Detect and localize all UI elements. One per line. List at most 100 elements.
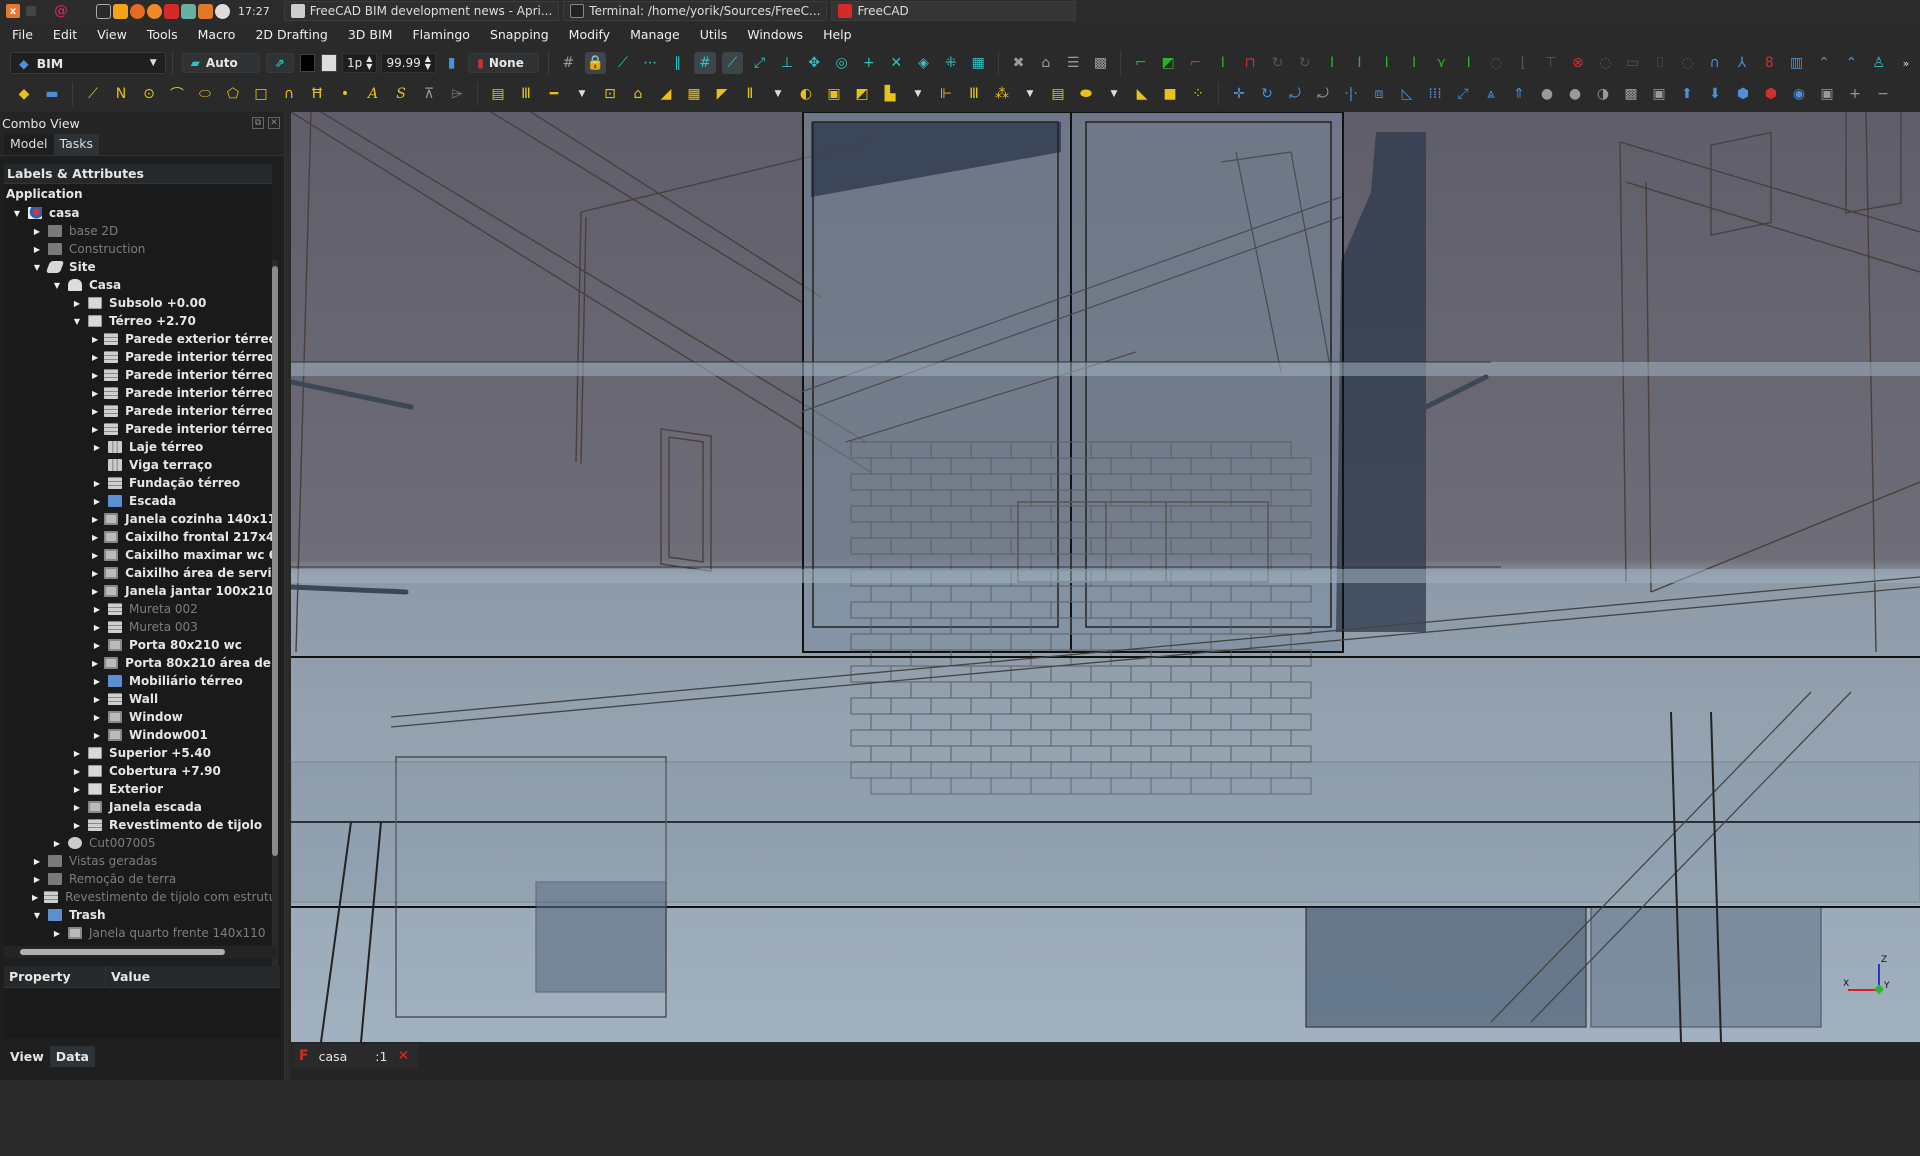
expand-open-icon[interactable]: ▼	[12, 209, 22, 218]
tree-item[interactable]: ▶ Remoção de terra	[4, 870, 272, 888]
minimize-icon[interactable]	[26, 6, 36, 16]
schedule-tool-icon[interactable]: ▤	[1047, 83, 1069, 105]
expand-closed-icon[interactable]: ▶	[92, 659, 98, 668]
ellipse-tool-icon[interactable]: ⬭	[194, 83, 216, 105]
wall-tool-icon[interactable]: ▤	[487, 83, 509, 105]
expand-closed-icon[interactable]: ▶	[92, 587, 98, 596]
tree-item[interactable]: ▼ Casa	[4, 276, 272, 294]
pipe-split-icon[interactable]: ▥	[1786, 52, 1807, 74]
tree-item[interactable]: ▶ Window001	[4, 726, 272, 744]
tree-item[interactable]: ▶ Mureta 002	[4, 600, 272, 618]
grid-toggle-icon[interactable]: #	[558, 52, 579, 74]
model-tree[interactable]: Labels & Attributes Application ▼ casa ▶ ba…	[4, 164, 272, 954]
expand-closed-icon[interactable]: ▶	[72, 299, 82, 308]
tree-item[interactable]: ▶ Vistas geradas	[4, 852, 272, 870]
beam-dropdown-icon[interactable]: ▼	[571, 83, 593, 105]
expand-closed-icon[interactable]: ▶	[92, 407, 98, 416]
expand-closed-icon[interactable]: ▶	[92, 713, 102, 722]
tree-item[interactable]: ▶ Porta 80x210 wc	[4, 636, 272, 654]
menu-macro[interactable]: Macro	[198, 27, 236, 42]
line-color-swatch[interactable]	[299, 54, 316, 72]
flamingo-aligntoedge-icon[interactable]: I	[1376, 52, 1397, 74]
rectangle-tool-icon[interactable]: □	[250, 83, 272, 105]
beam-tool-icon[interactable]: ━	[543, 83, 565, 105]
close-tab-icon[interactable]: ✕	[397, 1048, 409, 1064]
expand-closed-icon[interactable]: ▶	[92, 443, 102, 452]
snap-ortho-icon[interactable]: +	[858, 52, 879, 74]
flamingo-rotate-icon[interactable]: ↻	[1267, 52, 1288, 74]
box-dropdown-icon[interactable]: ▼	[1103, 83, 1125, 105]
frame-tool-icon[interactable]: ▣	[823, 83, 845, 105]
expand-closed-icon[interactable]: ▶	[52, 929, 62, 938]
expand-closed-icon[interactable]: ▶	[92, 497, 102, 506]
expand-closed-icon[interactable]: ▶	[72, 749, 82, 758]
open-folder-icon[interactable]: ▬	[41, 83, 63, 105]
flamingo-spinsect-icon[interactable]: ⌐	[1185, 52, 1206, 74]
expand-closed-icon[interactable]: ▶	[52, 839, 62, 848]
expand-closed-icon[interactable]: ▶	[92, 371, 98, 380]
files-launcher-icon[interactable]	[113, 3, 128, 19]
expand-closed-icon[interactable]: ▶	[72, 785, 82, 794]
tree-item[interactable]: ▶ Porta 80x210 área de serv	[4, 654, 272, 672]
reference-tool-icon[interactable]: ⁘	[1187, 83, 1209, 105]
tree-item[interactable]: ▶ Cobertura +7.90	[4, 762, 272, 780]
common-tool-icon[interactable]: ◑	[1592, 83, 1614, 105]
move-tool-icon[interactable]: ✛	[1228, 83, 1250, 105]
font-size-spinbox[interactable]: 99.99 ▲ ▼	[381, 53, 436, 73]
tree-item[interactable]: ▶ Caixilho frontal 217x480	[4, 528, 272, 546]
app-launcher-icon[interactable]	[215, 3, 230, 19]
toolbar-more-button[interactable]: »	[1895, 52, 1916, 74]
expand-closed-icon[interactable]: ▶	[72, 803, 82, 812]
tree-item[interactable]: ▶ Window	[4, 708, 272, 726]
flamingo-fillframe-icon[interactable]: I	[1321, 52, 1342, 74]
tree-item[interactable]: ▶ Janela quarto frente 140x110	[4, 924, 272, 942]
door-tool-icon[interactable]: ⌂	[627, 83, 649, 105]
expand-closed-icon[interactable]: ▶	[32, 875, 42, 884]
polyline-tool-icon[interactable]: N	[110, 83, 132, 105]
rebar-tool-icon[interactable]: Ⅱ	[739, 83, 761, 105]
line-width-spinbox[interactable]: 1p ▲ ▼	[342, 53, 378, 73]
menu-manage[interactable]: Manage	[630, 27, 680, 42]
gimp-launcher-icon[interactable]	[198, 3, 213, 19]
pipe-cap-icon[interactable]: ◌	[1595, 52, 1616, 74]
offset-tool-icon[interactable]: ⤾	[1284, 83, 1306, 105]
snap-angle-icon[interactable]: ✥	[804, 52, 825, 74]
line-tool-icon[interactable]: ⟋	[82, 83, 104, 105]
push-up-icon[interactable]: ⬆	[1676, 83, 1698, 105]
close-panel-icon[interactable]: ✕	[268, 117, 280, 129]
snap-intersection-icon[interactable]: ✕	[886, 52, 907, 74]
pipe-shell-icon[interactable]: ⌷	[1649, 52, 1670, 74]
pipe-tee-icon[interactable]: ⅄	[1731, 52, 1752, 74]
window-tool-icon[interactable]: ▦	[683, 83, 705, 105]
tree-item[interactable]: ▶ Wall	[4, 690, 272, 708]
shape2dview-icon[interactable]: ▩	[1620, 83, 1642, 105]
scrollbar-thumb[interactable]	[20, 949, 225, 955]
tree-item[interactable]: Viga terraço	[4, 456, 272, 474]
push-down-icon[interactable]: ⬇	[1704, 83, 1726, 105]
taskbar-item-freecad[interactable]: FreeCAD	[831, 1, 1077, 21]
equipment-dropdown-icon[interactable]: ▼	[907, 83, 929, 105]
tree-item[interactable]: ▶ base 2D	[4, 222, 272, 240]
pipe-point-icon[interactable]: ♙	[1868, 52, 1889, 74]
remove-icon[interactable]: −	[1872, 83, 1894, 105]
face-color-swatch[interactable]	[321, 54, 338, 72]
component-tool-icon[interactable]: ⁂	[991, 83, 1013, 105]
tree-item[interactable]: ▶ Janela jantar 100x210	[4, 582, 272, 600]
flamingo-beam-icon[interactable]: I	[1212, 52, 1233, 74]
remove-component-icon[interactable]: ⬢	[1760, 83, 1782, 105]
roof-tool-icon[interactable]: ◤	[711, 83, 733, 105]
pipe-insert-icon[interactable]: ◌	[1485, 52, 1506, 74]
apply-style-icon[interactable]: ▮	[441, 52, 462, 74]
slab-tool-icon[interactable]: ⊡	[599, 83, 621, 105]
fuse-tool-icon[interactable]: ●	[1564, 83, 1586, 105]
expand-open-icon[interactable]: ▼	[32, 911, 42, 920]
bim-views-icon[interactable]: ◆	[13, 83, 35, 105]
close-window-icon[interactable]: x	[6, 4, 20, 18]
profile-tool-icon[interactable]: ◣	[1131, 83, 1153, 105]
tree-item[interactable]: ▶ Mureta 003	[4, 618, 272, 636]
menu-tools[interactable]: Tools	[147, 27, 178, 42]
tree-item[interactable]: ▶ Revestimento de tijolo	[4, 816, 272, 834]
expand-closed-icon[interactable]: ▶	[92, 533, 98, 542]
tree-item[interactable]: ▶ Cut007005	[4, 834, 272, 852]
menu-snapping[interactable]: Snapping	[490, 27, 549, 42]
